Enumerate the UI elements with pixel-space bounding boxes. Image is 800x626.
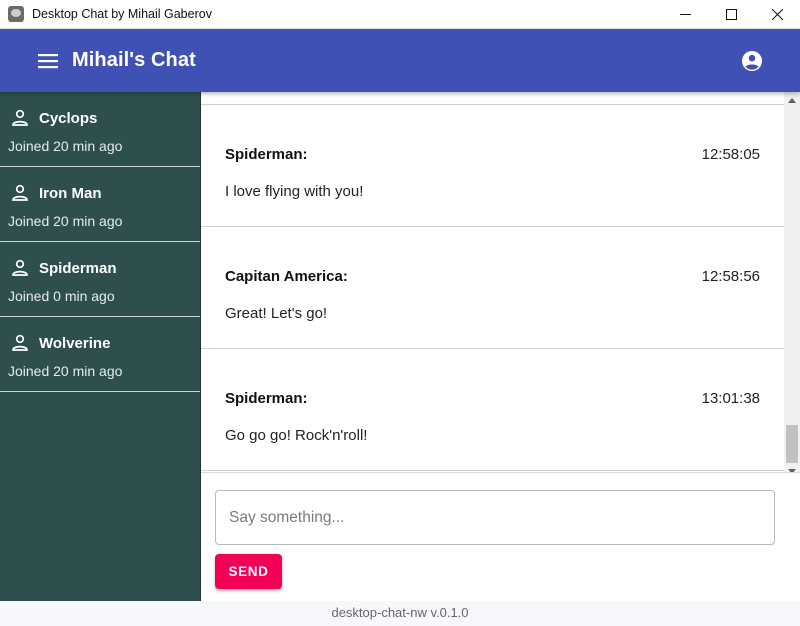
version-label: desktop-chat-nw v.0.1.0 [331,605,469,620]
messages-list[interactable]: Spiderman: 12:58:05 I love flying with y… [201,92,784,472]
message-item: Spiderman: 13:01:38 Go go go! Rock'n'rol… [201,349,784,471]
user-joined: Joined 0 min ago [8,288,115,304]
message-time: 12:58:56 [701,268,760,285]
person-icon [9,107,31,129]
message-item: Spiderman: 12:58:05 I love flying with y… [201,105,784,227]
app-icon [8,6,24,22]
message-time: 12:58:05 [701,146,760,163]
send-button[interactable]: SEND [215,554,282,589]
message-time: 13:01:38 [701,390,760,407]
maximize-button[interactable] [708,0,754,29]
message-author: Spiderman: [225,390,308,407]
message-input-box [215,490,775,545]
message-author: Spiderman: [225,146,308,163]
person-icon [9,182,31,204]
user-name: Wolverine [39,334,111,352]
window-titlebar: Desktop Chat by Mihail Gaberov [0,0,800,29]
message-text: Great! Let's go! [225,305,328,322]
message-author: Capitan America: [225,268,348,285]
close-icon [771,8,783,20]
user-name: Cyclops [39,109,98,127]
user-joined: Joined 20 min ago [8,213,123,229]
scroll-up-icon[interactable] [784,92,800,108]
user-item-iron-man[interactable]: Iron Man Joined 20 min ago [0,167,200,242]
messages-scrollbar[interactable] [784,92,800,480]
menu-icon [38,53,58,68]
maximize-icon [725,8,737,20]
user-name: Iron Man [39,184,102,202]
message-composer: SEND [201,472,800,601]
user-head: Cyclops [8,92,192,140]
minimize-button[interactable] [662,0,708,29]
footer: desktop-chat-nw v.0.1.0 [0,601,800,626]
person-icon [9,332,31,354]
menu-button[interactable] [36,49,60,73]
account-circle-icon [742,50,762,71]
users-sidebar: Cyclops Joined 20 min ago Iron Man Joine… [0,92,201,601]
user-item-cyclops[interactable]: Cyclops Joined 20 min ago [0,92,200,167]
message-text: Go go go! Rock'n'roll! [225,427,368,444]
user-name: Spiderman [39,259,117,277]
scrollbar-thumb[interactable] [786,425,798,463]
app-bar: Mihail's Chat [0,29,800,92]
message-text: I love flying with you! [225,183,364,200]
user-head: Wolverine [8,317,192,365]
window-controls [662,0,800,29]
message-item: Capitan America: 12:58:56 Great! Let's g… [201,227,784,349]
account-button[interactable] [740,49,764,73]
user-item-wolverine[interactable]: Wolverine Joined 20 min ago [0,317,200,392]
user-item-spiderman[interactable]: Spiderman Joined 0 min ago [0,242,200,317]
window-title: Desktop Chat by Mihail Gaberov [32,7,212,21]
user-joined: Joined 20 min ago [8,138,123,154]
minimize-icon [679,13,691,15]
app-title: Mihail's Chat [72,49,196,71]
message-input[interactable] [216,491,774,544]
user-head: Iron Man [8,167,192,215]
close-button[interactable] [754,0,800,29]
user-head: Spiderman [8,242,192,290]
user-joined: Joined 20 min ago [8,363,123,379]
person-icon [9,257,31,279]
